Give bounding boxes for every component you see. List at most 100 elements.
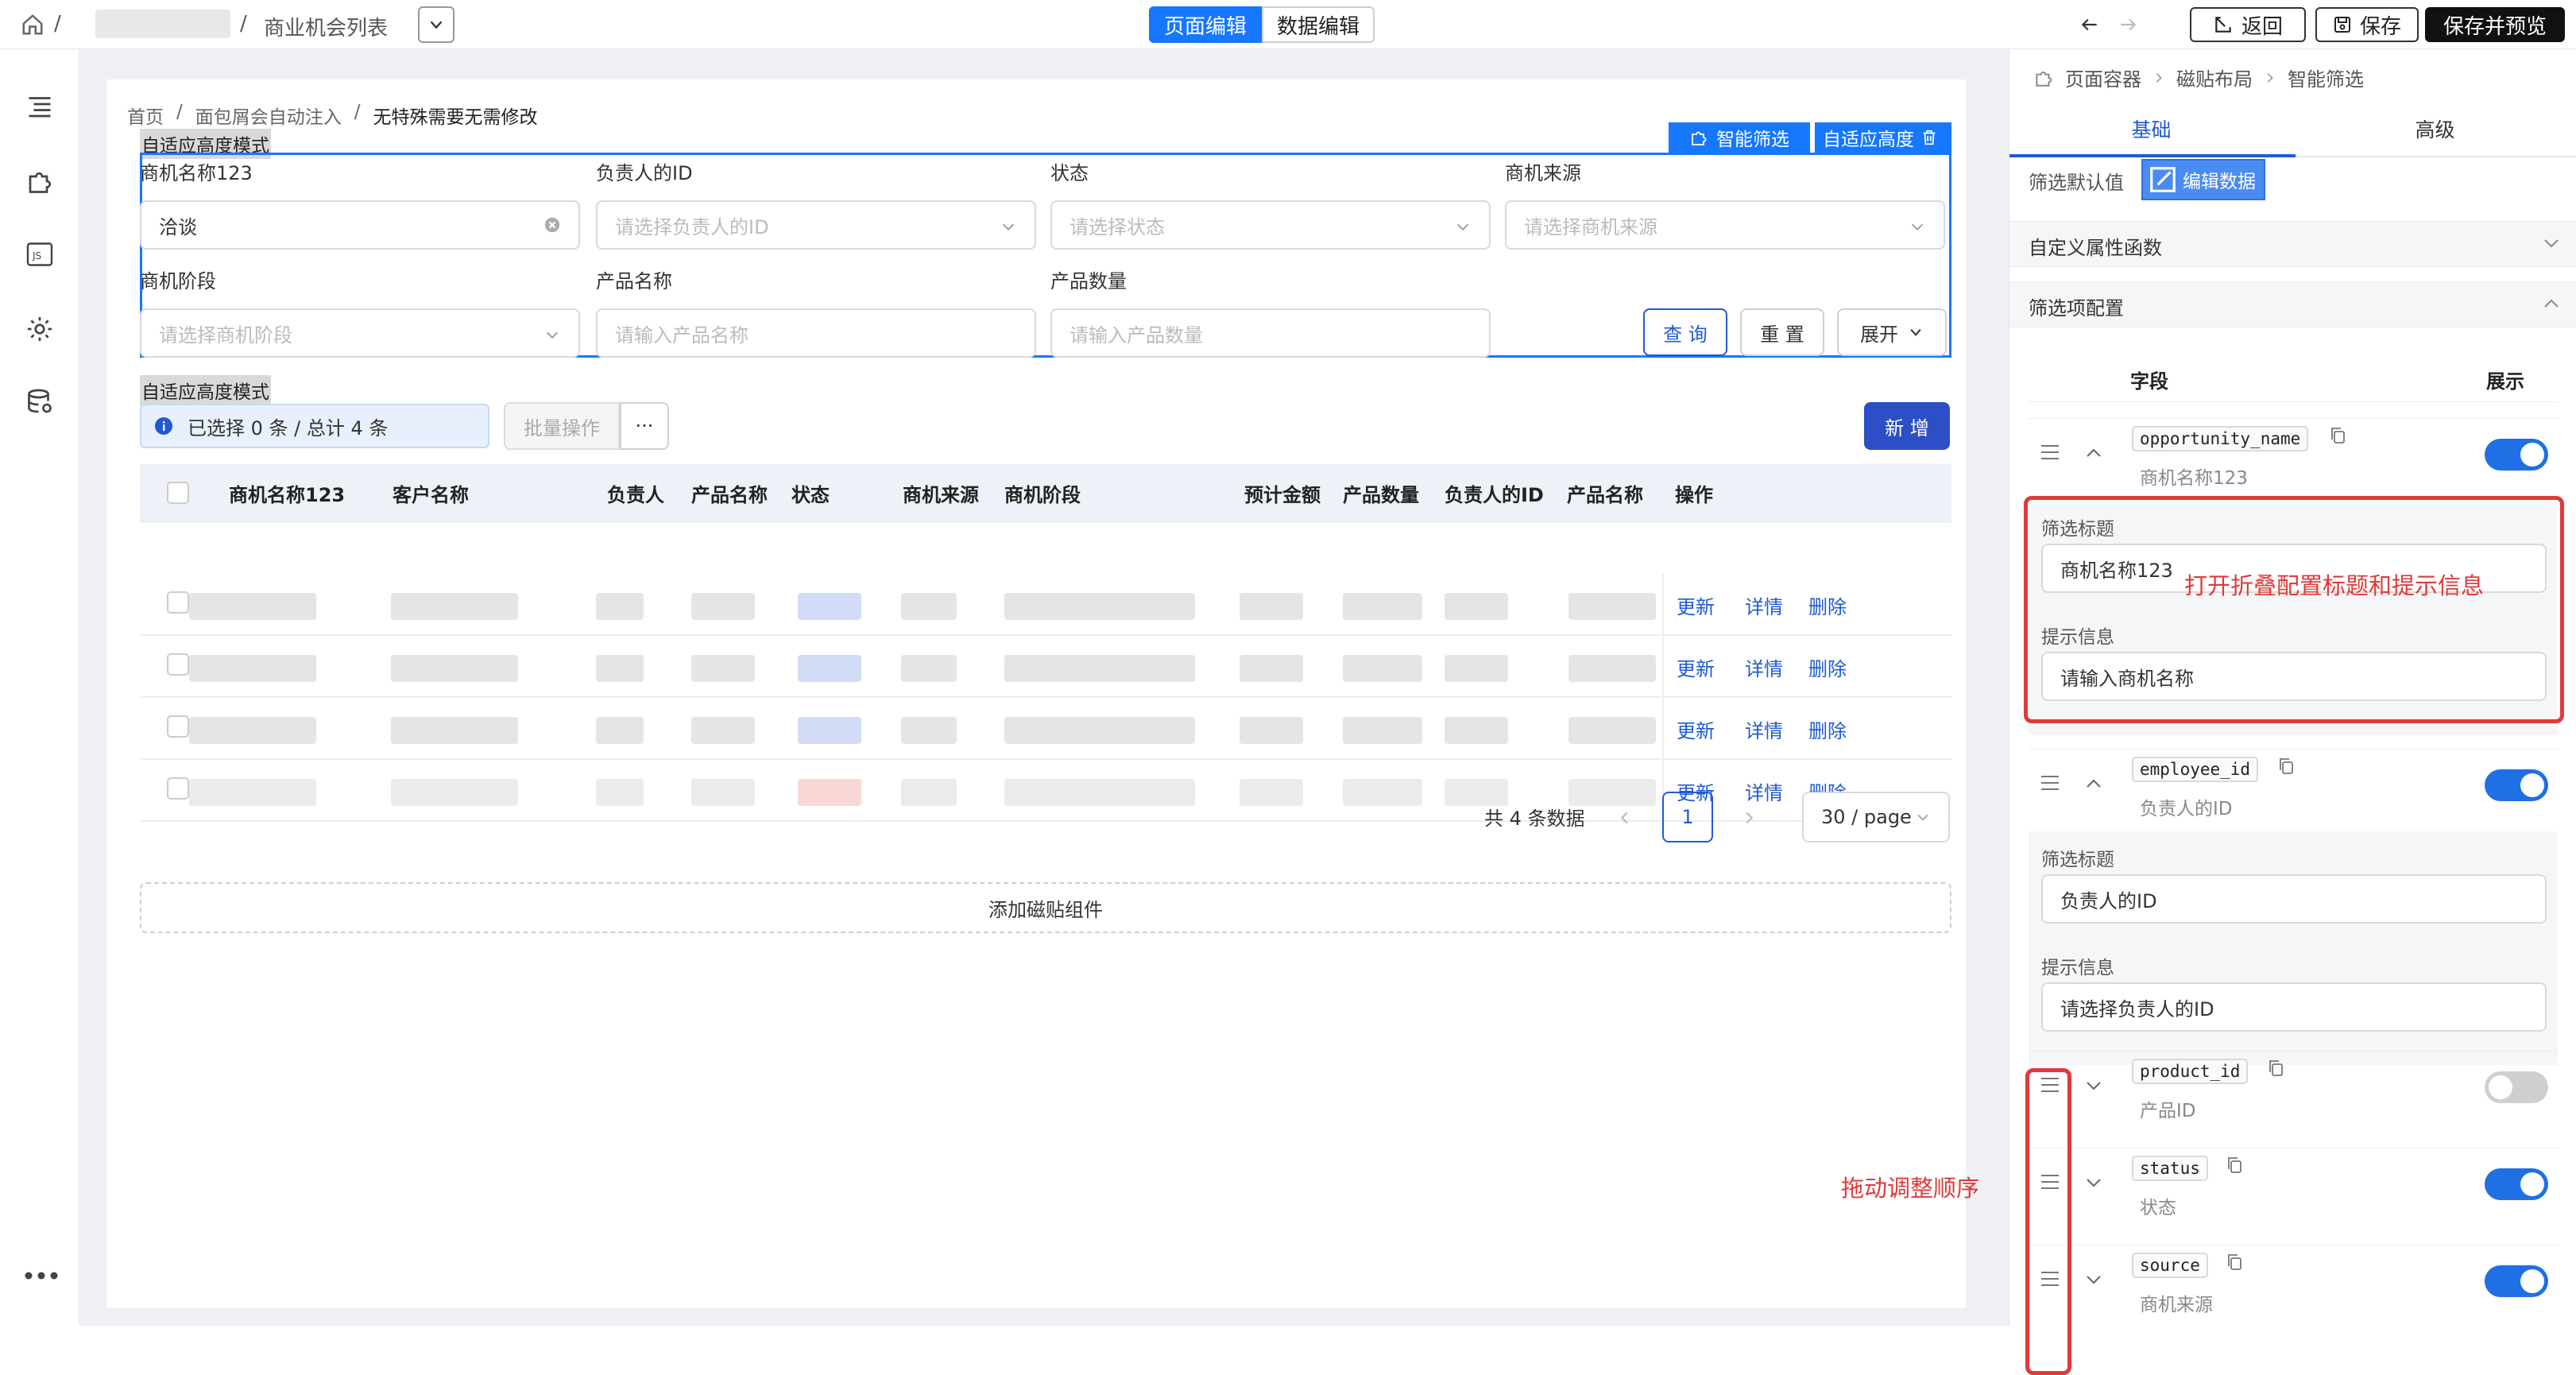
chevron-down-icon[interactable] — [2542, 234, 2561, 253]
column-header[interactable]: 商机来源 — [903, 479, 979, 507]
column-header[interactable]: 产品名称 — [691, 479, 768, 507]
copy-icon[interactable] — [2277, 757, 2295, 776]
javascript-icon[interactable]: JS — [25, 240, 54, 269]
add-tile-component-button[interactable]: 添加磁贴组件 — [140, 882, 1951, 933]
tab-basic[interactable]: 基础 — [2009, 114, 2293, 143]
back-button[interactable]: 返回 — [2190, 7, 2306, 42]
more-actions-button[interactable]: ··· — [620, 402, 669, 450]
update-link[interactable]: 更新 — [1677, 715, 1715, 743]
undo-icon[interactable] — [2079, 14, 2101, 35]
show-field-toggle[interactable] — [2485, 1071, 2548, 1103]
delete-link[interactable]: 删除 — [1808, 715, 1847, 743]
chevron-down-icon — [1911, 223, 1924, 230]
delete-link[interactable]: 删除 — [1808, 653, 1847, 681]
filter-title-input[interactable]: 负责人的ID — [2041, 874, 2547, 924]
detail-link[interactable]: 详情 — [1745, 777, 1783, 805]
row-checkbox[interactable] — [167, 715, 189, 738]
drag-handle-icon[interactable] — [2040, 774, 2060, 792]
expand-chevron-down-icon[interactable] — [2084, 1173, 2103, 1192]
copy-icon[interactable] — [2226, 1253, 2243, 1272]
prev-page-icon[interactable] — [1616, 809, 1634, 827]
product-name-input[interactable]: 请输入产品名称 — [596, 308, 1036, 358]
column-header[interactable]: 客户名称 — [393, 479, 469, 507]
breadcrumb-separator: / — [240, 12, 247, 36]
detail-link[interactable]: 详情 — [1745, 653, 1783, 681]
save-and-preview-button[interactable]: 保存并预览 — [2425, 7, 2565, 42]
column-header[interactable]: 商机阶段 — [1004, 479, 1081, 507]
table-cell-blurred — [596, 717, 644, 744]
select-placeholder: 请选择状态 — [1069, 215, 1165, 238]
select-all-checkbox[interactable] — [167, 482, 189, 504]
more-options-icon[interactable] — [24, 1270, 59, 1281]
page-size-select[interactable]: 30 / page — [1802, 792, 1950, 842]
component-puzzle-icon[interactable] — [25, 167, 54, 196]
breadcrumb-current: 无特殊需要无需修改 — [373, 107, 538, 128]
employee-id-select[interactable]: 请选择负责人的ID — [596, 200, 1036, 250]
top-bar: / / 商业机会列表 页面编辑 数据编辑 返回 保存 保存并预览 — [0, 0, 2576, 49]
breadcrumb-home[interactable]: 首页 — [127, 102, 164, 129]
row-checkbox[interactable] — [167, 591, 189, 614]
show-field-toggle[interactable] — [2485, 1168, 2548, 1200]
home-icon[interactable] — [21, 13, 44, 37]
collapse-chevron-up-icon[interactable] — [2084, 443, 2103, 463]
copy-icon[interactable] — [2267, 1059, 2284, 1078]
page-switch-dropdown[interactable] — [418, 6, 454, 43]
column-header[interactable]: 负责人 — [607, 479, 664, 507]
column-header[interactable]: 状态 — [791, 479, 830, 507]
expand-chevron-down-icon[interactable] — [2084, 1076, 2103, 1095]
mode-page-edit-button[interactable]: 页面编辑 — [1149, 6, 1262, 43]
expand-filters-button[interactable]: 展开 — [1837, 308, 1947, 356]
panel-breadcrumb-item[interactable]: 页面容器 — [2065, 64, 2141, 91]
row-checkbox[interactable] — [167, 653, 189, 676]
smart-filter-tag[interactable]: 智能筛选 — [1669, 122, 1810, 153]
row-checkbox[interactable] — [167, 777, 189, 800]
outline-tree-icon[interactable] — [25, 92, 54, 121]
chevron-up-icon[interactable] — [2542, 294, 2561, 313]
clear-input-icon[interactable] — [543, 216, 561, 234]
settings-gear-icon[interactable] — [25, 315, 54, 343]
update-link[interactable]: 更新 — [1677, 653, 1715, 681]
detail-link[interactable]: 详情 — [1745, 715, 1783, 743]
column-header[interactable]: 商机名称123 — [229, 479, 345, 507]
source-select[interactable]: 请选择商机来源 — [1505, 200, 1945, 250]
show-field-toggle[interactable] — [2485, 769, 2548, 801]
edit-data-button[interactable]: 编辑数据 — [2141, 159, 2265, 200]
drag-handle-icon[interactable] — [2040, 443, 2060, 461]
column-header[interactable]: 产品数量 — [1343, 479, 1419, 507]
expand-chevron-down-icon[interactable] — [2084, 1270, 2103, 1289]
redo-icon[interactable] — [2117, 14, 2139, 35]
delete-trash-icon — [1923, 130, 1936, 145]
add-new-button[interactable]: 新 增 — [1864, 402, 1950, 450]
table-cell-blurred — [391, 717, 518, 744]
collapse-chevron-up-icon[interactable] — [2084, 774, 2103, 793]
data-source-database-icon[interactable] — [25, 388, 54, 416]
show-field-toggle[interactable] — [2485, 439, 2548, 471]
detail-link[interactable]: 详情 — [1745, 591, 1783, 619]
panel-breadcrumb-item[interactable]: 磁贴布局 — [2176, 64, 2253, 91]
query-button[interactable]: 查 询 — [1643, 308, 1727, 356]
save-button[interactable]: 保存 — [2315, 7, 2419, 42]
column-header[interactable]: 产品名称 — [1567, 479, 1643, 507]
delete-link[interactable]: 删除 — [1808, 591, 1847, 619]
hint-input[interactable]: 请选择负责人的ID — [2041, 982, 2547, 1032]
product-quantity-input[interactable]: 请输入产品数量 — [1050, 308, 1491, 358]
next-page-icon[interactable] — [1740, 809, 1758, 827]
breadcrumb-item[interactable]: 面包屑会自动注入 — [195, 102, 342, 129]
tab-advanced[interactable]: 高级 — [2293, 114, 2576, 143]
table-mode-label: 自适应高度模式 — [140, 375, 271, 405]
adaptive-height-tag[interactable]: 自适应高度 — [1815, 122, 1951, 153]
column-header[interactable]: 负责人的ID — [1445, 479, 1544, 507]
update-link[interactable]: 更新 — [1677, 591, 1715, 619]
reset-button[interactable]: 重 置 — [1740, 308, 1824, 356]
stage-select[interactable]: 请选择商机阶段 — [140, 308, 580, 358]
copy-icon[interactable] — [2329, 426, 2346, 445]
opportunity-name-input[interactable]: 洽谈 — [140, 200, 580, 250]
page-number-current[interactable]: 1 — [1662, 792, 1713, 842]
copy-icon[interactable] — [2226, 1156, 2243, 1175]
batch-operation-button[interactable]: 批量操作 — [504, 402, 620, 450]
show-field-toggle[interactable] — [2485, 1265, 2548, 1297]
table-cell-blurred — [1568, 655, 1656, 682]
status-select[interactable]: 请选择状态 — [1050, 200, 1491, 250]
mode-data-edit-button[interactable]: 数据编辑 — [1262, 6, 1375, 43]
column-header[interactable]: 预计金额 — [1244, 479, 1321, 507]
